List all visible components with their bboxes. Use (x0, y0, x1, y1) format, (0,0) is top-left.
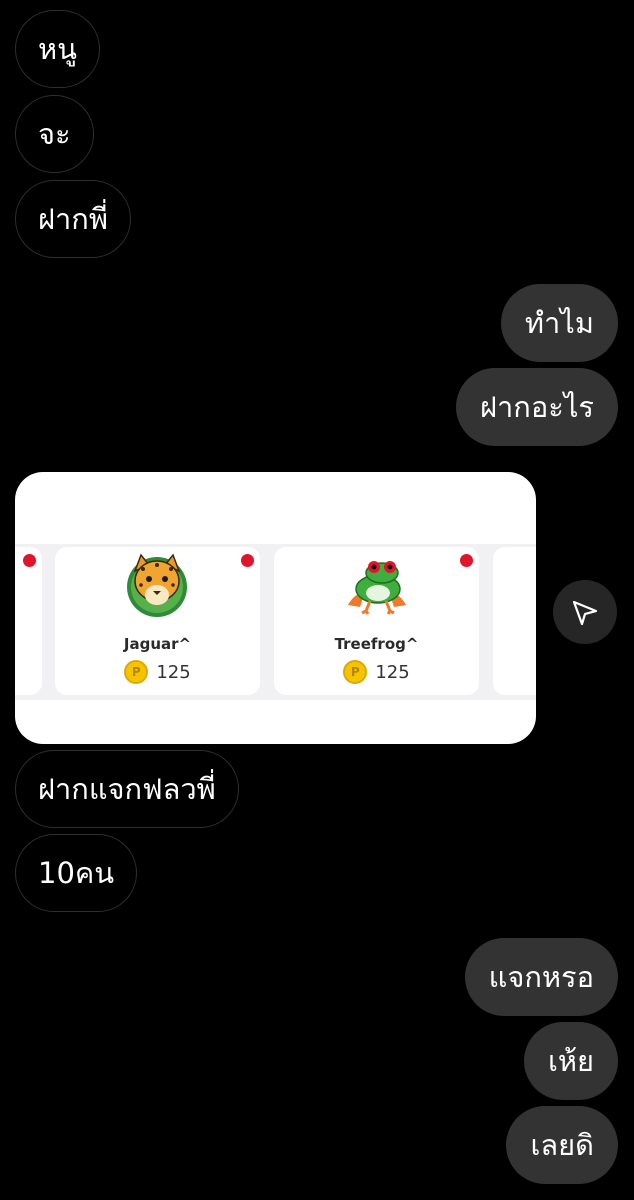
message-outgoing[interactable]: เลยดิ (506, 1106, 618, 1184)
message-incoming[interactable]: จะ (15, 95, 94, 173)
message-outgoing[interactable]: ทำไม (500, 284, 618, 362)
frog-icon (348, 561, 406, 615)
item-tile-partial-right (493, 547, 536, 695)
message-text: ฝากอะไร (480, 390, 594, 424)
message-incoming[interactable]: หนู (15, 10, 100, 88)
message-text: เห้ย (547, 1044, 594, 1078)
item-name: Treefrog^ (334, 635, 419, 653)
message-text: ฝากแจกฟลวพี่ (38, 772, 216, 806)
coin-icon: P (124, 660, 149, 684)
item-price: P 125 (55, 660, 260, 684)
share-button[interactable] (553, 580, 617, 644)
message-text: แจกหรอ (488, 960, 594, 994)
item-tile-treefrog: Treefrog^ P 125 (274, 547, 479, 695)
message-text: เลยดิ (530, 1128, 594, 1162)
message-text: ฝากพี่ (38, 202, 108, 236)
price-value: 125 (375, 661, 410, 683)
message-outgoing[interactable]: เห้ย (523, 1022, 618, 1100)
shared-image-card[interactable]: Jaguar^ P 125 Treefrog^ P 125 (15, 472, 536, 744)
jaguar-icon (127, 553, 187, 617)
item-tile-jaguar: Jaguar^ P 125 (55, 547, 260, 695)
item-tile-partial-left (15, 547, 42, 695)
message-outgoing[interactable]: แจกหรอ (464, 938, 618, 1016)
message-incoming[interactable]: 10คน (15, 834, 138, 912)
notification-dot (241, 554, 254, 567)
price-value: 125 (156, 661, 191, 683)
message-incoming[interactable]: ฝากพี่ (15, 180, 131, 258)
message-incoming[interactable]: ฝากแจกฟลวพี่ (15, 750, 239, 828)
send-icon (572, 600, 598, 626)
message-text: 10คน (38, 856, 115, 890)
item-price: P 125 (274, 660, 479, 684)
message-text: หนู (38, 32, 77, 66)
message-text: ทำไม (524, 306, 594, 340)
message-outgoing[interactable]: ฝากอะไร (456, 368, 618, 446)
message-text: จะ (38, 117, 71, 151)
item-name: Jaguar^ (123, 635, 192, 653)
notification-dot (460, 554, 473, 567)
coin-icon: P (343, 660, 368, 684)
notification-dot (23, 554, 36, 567)
